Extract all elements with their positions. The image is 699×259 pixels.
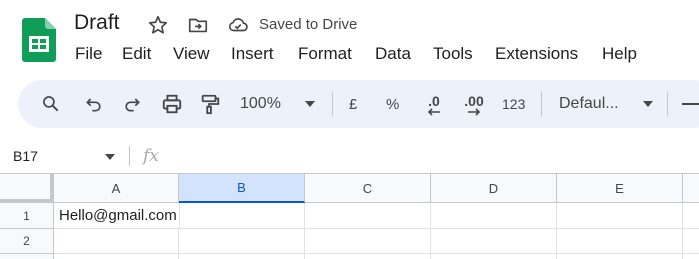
zoom-dropdown-arrow-icon[interactable]	[302, 92, 318, 116]
row-header-3[interactable]	[0, 254, 54, 259]
document-title[interactable]: Draft	[74, 11, 120, 35]
cloud-saved-icon[interactable]	[226, 14, 250, 41]
menu-extensions[interactable]: Extensions	[493, 44, 580, 64]
menu-view[interactable]: View	[171, 44, 212, 64]
cell-b3[interactable]	[179, 254, 305, 259]
more-formats-button[interactable]: 123	[502, 92, 525, 116]
cell-a1[interactable]: Hello@gmail.com	[54, 203, 179, 229]
font-select[interactable]: Defaul...	[559, 92, 619, 116]
cell-d3[interactable]	[431, 254, 557, 259]
search-menus-icon[interactable]	[39, 92, 63, 116]
cell-f2[interactable]	[683, 229, 699, 254]
column-header-d[interactable]: D	[431, 174, 557, 203]
currency-format-button[interactable]: £	[349, 92, 357, 116]
column-header-f[interactable]	[683, 174, 699, 203]
print-icon[interactable]	[160, 92, 184, 116]
row-header-2[interactable]: 2	[0, 229, 54, 254]
menu-format[interactable]: Format	[296, 44, 354, 64]
cell-c1[interactable]	[305, 203, 431, 229]
zoom-select[interactable]: 100%	[240, 92, 281, 116]
toolbar-separator	[332, 92, 333, 116]
sheets-logo-icon[interactable]	[22, 18, 56, 62]
increase-decimal-label: .00	[464, 93, 484, 109]
decrease-decimal-label: .0	[428, 93, 440, 109]
formula-bar-separator	[129, 146, 130, 166]
cell-c3[interactable]	[305, 254, 431, 259]
increase-decimal-button[interactable]: .00	[459, 92, 489, 118]
column-header-b[interactable]: B	[179, 174, 305, 203]
cell-f1[interactable]	[683, 203, 699, 229]
cell-c2[interactable]	[305, 229, 431, 254]
redo-icon[interactable]	[120, 92, 144, 116]
column-header-c[interactable]: C	[305, 174, 431, 203]
save-status-text: Saved to Drive	[259, 16, 358, 33]
cell-d1[interactable]	[431, 203, 557, 229]
column-header-e[interactable]: E	[557, 174, 683, 203]
name-box-dropdown-icon[interactable]	[104, 150, 116, 168]
menu-help[interactable]: Help	[600, 44, 639, 64]
toolbar-separator	[667, 92, 668, 116]
undo-icon[interactable]	[82, 92, 106, 116]
cell-e1[interactable]	[557, 203, 683, 229]
name-box[interactable]: B17	[13, 148, 38, 164]
menu-tools[interactable]: Tools	[431, 44, 475, 64]
toolbar-separator	[541, 92, 542, 116]
row-header-1[interactable]: 1	[0, 203, 54, 229]
cell-a3[interactable]	[54, 254, 179, 259]
percent-format-button[interactable]: %	[386, 92, 399, 116]
menu-edit[interactable]: Edit	[120, 44, 153, 64]
paint-format-icon[interactable]	[198, 92, 222, 116]
arrow-left-icon	[427, 108, 440, 116]
menu-file[interactable]: File	[73, 44, 104, 64]
cell-a2[interactable]	[54, 229, 179, 254]
cell-e3[interactable]	[557, 254, 683, 259]
decrease-decimal-button[interactable]: .0	[420, 92, 448, 118]
menu-insert[interactable]: Insert	[229, 44, 276, 64]
font-dropdown-arrow-icon[interactable]	[640, 92, 656, 116]
cell-e2[interactable]	[557, 229, 683, 254]
formula-input[interactable]	[170, 141, 699, 169]
cell-d2[interactable]	[431, 229, 557, 254]
star-icon[interactable]	[147, 14, 169, 41]
menu-data[interactable]: Data	[373, 44, 413, 64]
fx-icon: fx	[143, 146, 159, 166]
decrease-font-size-icon[interactable]	[682, 92, 699, 116]
cell-b1[interactable]	[179, 203, 305, 229]
arrow-right-icon	[468, 108, 481, 116]
move-to-folder-icon[interactable]	[187, 14, 209, 41]
column-header-a[interactable]: A	[54, 174, 179, 203]
select-all-corner[interactable]	[0, 174, 54, 203]
cell-b2[interactable]	[179, 229, 305, 254]
